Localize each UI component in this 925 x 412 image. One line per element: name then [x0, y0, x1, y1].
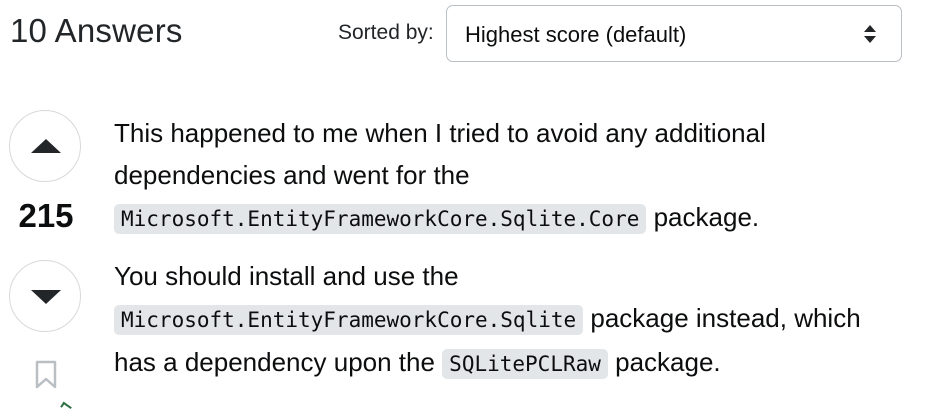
upvote-button[interactable]: [9, 110, 81, 182]
bookmark-button[interactable]: [34, 360, 58, 395]
paragraph-text: This happened to me when I tried to avoi…: [114, 118, 766, 190]
paragraph-text: package.: [646, 202, 760, 232]
sort-arrows-icon: [863, 23, 877, 45]
vote-score: 215: [18, 197, 74, 234]
answer-paragraph-1: This happened to me when I tried to avoi…: [114, 112, 894, 240]
downvote-button[interactable]: [9, 260, 81, 332]
answer-body: This happened to me when I tried to avoi…: [114, 112, 894, 400]
bookmark-icon: [35, 360, 57, 389]
up-arrow-icon: [31, 139, 61, 153]
code-span: SQLitePCLRaw: [442, 349, 608, 379]
sort-select[interactable]: Highest score (default): [446, 5, 902, 62]
answers-count-heading: 10 Answers: [10, 12, 183, 49]
code-span: Microsoft.EntityFrameworkCore.Sqlite.Cor…: [114, 204, 647, 234]
code-span: Microsoft.EntityFrameworkCore.Sqlite: [114, 305, 584, 335]
answer-paragraph-2: You should install and use the Microsoft…: [114, 255, 894, 385]
sort-selected-value: Highest score (default): [465, 22, 687, 47]
paragraph-text: You should install and use the: [114, 261, 459, 291]
accepted-check-icon: [60, 401, 72, 412]
down-arrow-icon: [31, 290, 61, 304]
sort-label: Sorted by:: [338, 21, 434, 44]
paragraph-text: package.: [607, 347, 721, 377]
